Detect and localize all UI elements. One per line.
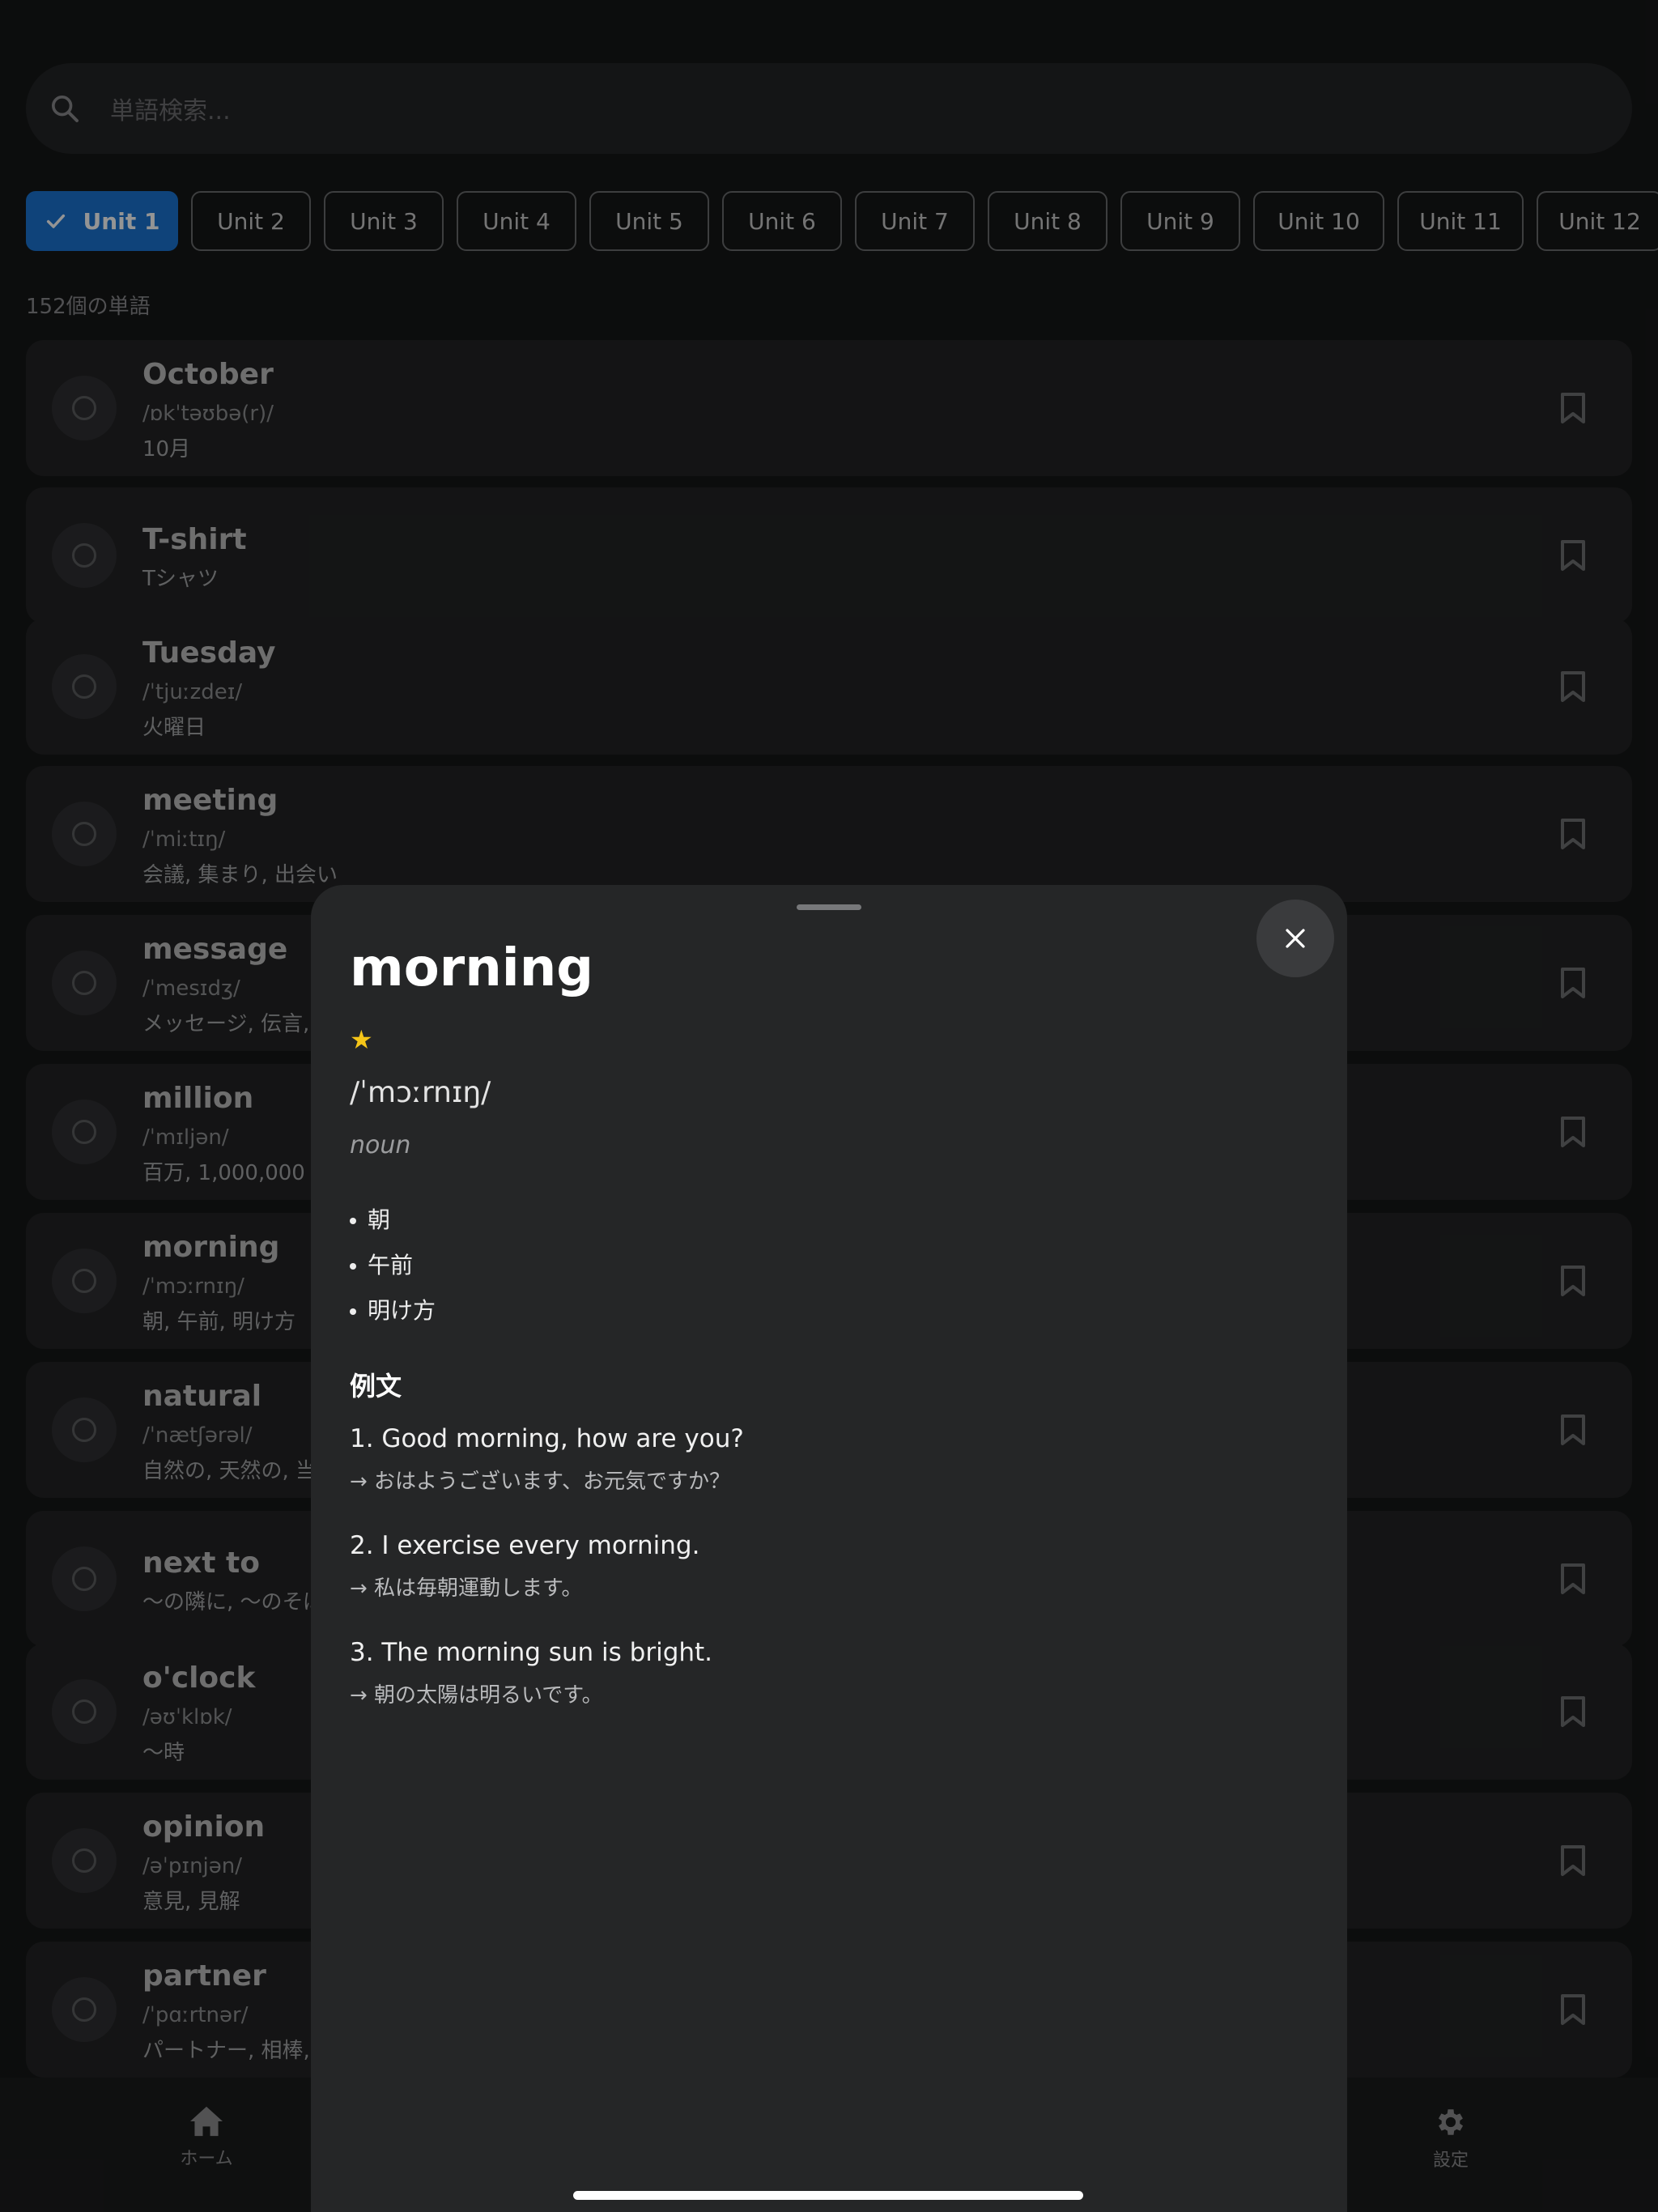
example-japanese: → 朝の太陽は明るいです。: [350, 1683, 603, 1708]
bullet-icon: [350, 1308, 356, 1315]
detail-part-of-speech: noun: [350, 1131, 411, 1159]
example-item: 1. Good morning, how are you? → おはようございま…: [350, 1424, 744, 1495]
detail-word: morning: [350, 938, 594, 998]
home-indicator: [573, 2191, 1083, 2200]
star-icon[interactable]: ★: [350, 1024, 373, 1055]
example-item: 2. I exercise every morning. → 私は毎朝運動します…: [350, 1531, 699, 1602]
definition-item: 朝: [350, 1197, 436, 1243]
detail-pronunciation: /ˈmɔːrnɪŋ/: [350, 1076, 491, 1109]
definition-text: 明け方: [368, 1297, 436, 1324]
example-japanese: → おはようございます、お元気ですか？: [350, 1470, 730, 1494]
sheet-drag-handle[interactable]: [797, 904, 861, 910]
example-item: 3. The morning sun is bright. → 朝の太陽は明るい…: [350, 1638, 712, 1708]
example-english: 3. The morning sun is bright.: [350, 1638, 713, 1667]
word-detail-sheet: morning ★ /ˈmɔːrnɪŋ/ noun 朝 午前 明け方 例文 1.…: [311, 885, 1347, 2212]
bullet-icon: [350, 1218, 356, 1224]
close-button[interactable]: [1256, 900, 1334, 977]
examples-heading: 例文: [350, 1371, 402, 1402]
definition-list: 朝 午前 明け方: [350, 1197, 436, 1334]
definition-text: 朝: [368, 1206, 391, 1233]
definition-item: 午前: [350, 1243, 436, 1288]
example-japanese: → 私は毎朝運動します。: [350, 1576, 583, 1601]
definition-item: 明け方: [350, 1288, 436, 1334]
bullet-icon: [350, 1263, 356, 1270]
close-icon: [1286, 929, 1305, 948]
example-english: 2. I exercise every morning.: [350, 1531, 700, 1560]
definition-text: 午前: [368, 1252, 414, 1278]
example-english: 1. Good morning, how are you?: [350, 1424, 744, 1453]
